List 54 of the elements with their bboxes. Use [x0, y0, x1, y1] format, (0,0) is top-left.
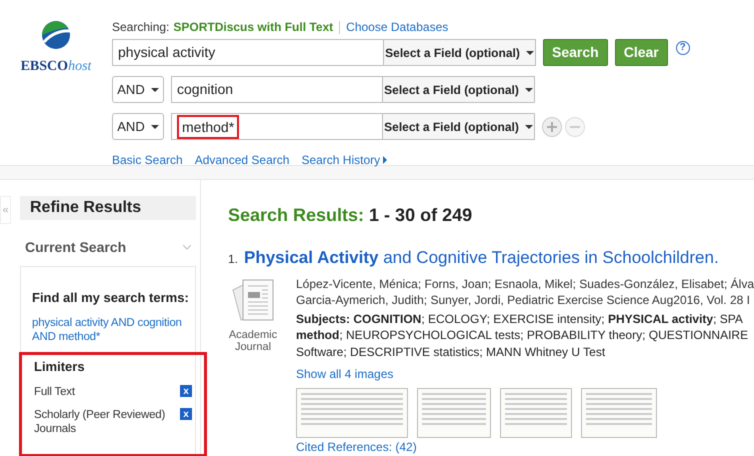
field-dropdown[interactable]: Select a Field (optional) — [382, 113, 535, 140]
table-thumbnail[interactable] — [296, 388, 408, 438]
table-thumbnail[interactable] — [416, 388, 491, 438]
database-name: SPORTDiscus with Full Text — [173, 19, 334, 36]
refine-results-header: Refine Results — [20, 196, 196, 220]
operator-dropdown[interactable]: AND — [112, 76, 164, 103]
caret-icon — [526, 50, 534, 54]
remove-limiter-button[interactable]: x — [180, 385, 192, 397]
table-thumbnail[interactable] — [580, 388, 657, 438]
caret-icon — [150, 88, 159, 92]
search-query-link[interactable]: physical activity AND cognition AND method* — [32, 316, 189, 344]
subjects-line: Software; DESCRIPTIVE statistics; MANN Whitney U Test — [296, 344, 606, 360]
find-all-label: Find all my search terms: — [32, 289, 190, 307]
result-title-link[interactable]: Physical Activity and Cognitive Trajectories in Schoolchildren. — [244, 245, 719, 270]
search-field[interactable]: method* — [171, 113, 383, 140]
subjects-line: method; NEUROPSYCHOLOGICAL tests; PROBABILITY theory; QUESTIONNAIRE — [296, 327, 750, 344]
cited-references-link[interactable]: Cited References: (42) — [296, 440, 754, 454]
logo-text: EBSCOhost — [20, 58, 92, 76]
search-button[interactable]: Search — [543, 39, 608, 66]
show-images-link[interactable]: Show all 4 images — [296, 365, 754, 383]
caret-icon — [524, 88, 533, 92]
search-term: method* — [177, 114, 240, 138]
subjects-line: Subjects: COGNITION; ECOLOGY; EXERCISE intensity; PHYSICAL activity; SPA — [296, 310, 744, 327]
remove-row-icon[interactable] — [565, 116, 585, 136]
results-count: 1 - 30 of 249 — [369, 204, 472, 227]
field-dropdown[interactable]: Select a Field (optional) — [382, 76, 535, 103]
current-search-heading[interactable]: Current Search — [25, 237, 126, 258]
caret-icon — [524, 124, 533, 128]
result-number: 1. — [228, 251, 239, 268]
operator-dropdown[interactable]: AND — [112, 113, 164, 140]
results-label: Search Results: — [228, 204, 364, 227]
globe-logo-icon — [41, 20, 71, 50]
choose-databases-link[interactable]: Choose Databases — [346, 18, 448, 36]
search-field[interactable]: physical activity — [112, 39, 384, 66]
remove-limiter-button[interactable]: x — [180, 408, 192, 420]
search-term: cognition — [177, 80, 234, 99]
field-dropdown[interactable]: Select a Field (optional) — [383, 39, 536, 66]
clear-button[interactable]: Clear — [614, 39, 668, 66]
limiters-heading: Limiters — [34, 358, 86, 376]
limiter-label: Scholarly (Peer Reviewed) Journals — [34, 408, 166, 436]
caret-icon — [150, 124, 159, 128]
search-field[interactable]: cognition — [171, 76, 383, 103]
table-thumbnail[interactable] — [500, 388, 572, 438]
basic-search-link[interactable]: Basic Search — [112, 151, 183, 169]
author-line: López-Vicente, Ménica; Forns, Joan; Esnaola, Mikel; Suades-González, Elisabet; Álva — [296, 276, 754, 292]
help-icon[interactable]: ? — [676, 40, 690, 54]
searching-label: Searching: — [112, 19, 170, 36]
limiter-label: Full Text — [34, 385, 76, 399]
advanced-search-link[interactable]: Advanced Search — [194, 151, 290, 169]
search-term: physical activity — [118, 43, 216, 62]
publication-type: Academic Journal — [228, 328, 278, 352]
add-row-icon[interactable] — [542, 116, 562, 136]
author-line: Garcia-Aymerich, Judith; Sunyer, Jordi, Pediatric Exercise Science Aug2016, Vol. 28 I — [296, 292, 751, 308]
chevron-down-icon[interactable] — [183, 245, 191, 250]
